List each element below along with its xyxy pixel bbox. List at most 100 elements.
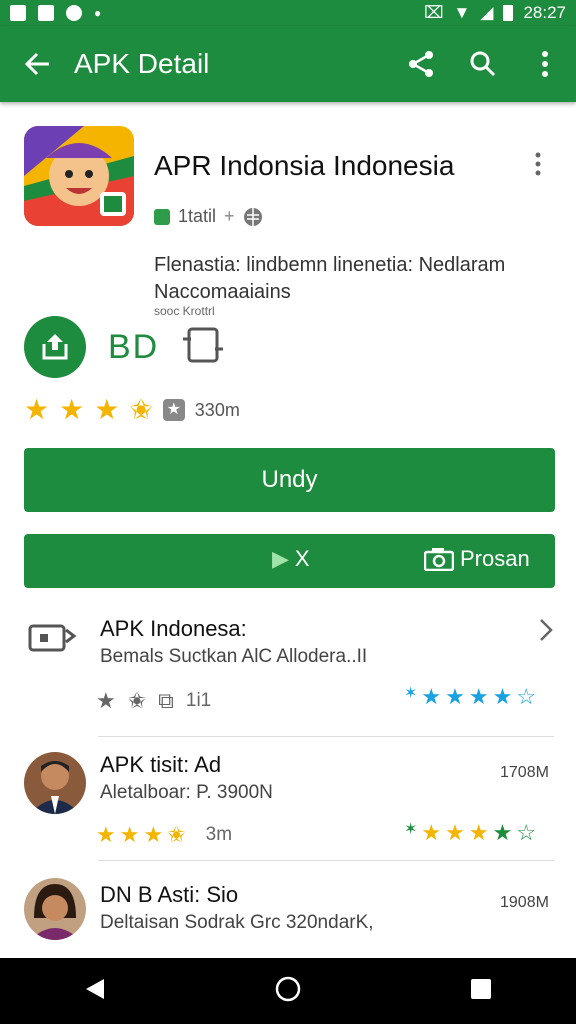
vibrate-icon: ⌧ <box>423 3 444 22</box>
globe-icon <box>243 207 262 226</box>
primary-action-button[interactable]: Undy <box>24 448 555 512</box>
app-bar: APK Detail <box>0 26 576 102</box>
app-description: Flenastia: lindbemn linenetia: Nedlaram … <box>154 254 506 303</box>
device-button[interactable] <box>181 325 225 370</box>
square-recents-icon <box>471 978 491 999</box>
status-bar: ● ⌧ ▼ ◢ 28:27 <box>0 0 576 26</box>
rating-count: 330m <box>194 399 240 420</box>
item-subtitle: Aletalboar: P. 3900N <box>100 782 273 803</box>
page-title: APK Detail <box>74 48 210 79</box>
circle-home-icon <box>275 976 301 1001</box>
close-label: X <box>294 546 310 571</box>
star-icon: ★ <box>94 394 120 425</box>
dot-icon: ● <box>94 6 102 20</box>
star-icon: ★ <box>492 684 513 709</box>
star-icon: ★ <box>59 394 85 425</box>
item-meta: 1i1 <box>185 690 212 711</box>
divider <box>98 860 554 861</box>
badge-icon: ★ <box>162 399 185 421</box>
triangle-back-icon <box>86 978 104 999</box>
play-icon: ▶ <box>272 546 289 571</box>
avatar <box>24 878 86 940</box>
star-icon: ★ <box>492 820 513 845</box>
item-title: APK tisit: Ad <box>100 752 222 777</box>
nav-recents-button[interactable] <box>470 978 492 1005</box>
arrow-left-icon <box>24 52 49 76</box>
star-icon: ★ <box>421 820 442 845</box>
item-title: DN B Asti: Sio <box>100 882 239 907</box>
install-button[interactable] <box>24 316 86 378</box>
bd-label: BD <box>108 327 160 366</box>
app-icon <box>24 126 134 226</box>
star-icon: ★ <box>468 820 489 845</box>
image-icon <box>10 5 26 21</box>
item-stars: ✶ ★ ★ ★ ★ ☆ <box>404 822 536 844</box>
rating-row: ★ ★ ★ ✬ ★ 330m <box>24 396 240 424</box>
search-button[interactable] <box>452 26 514 102</box>
star-icon: ★ <box>24 394 50 425</box>
star-outline-icon: ☆ <box>516 684 537 709</box>
verified-row: 1tatil + <box>154 206 263 227</box>
star-half-icon: ✬ <box>127 688 147 713</box>
action-icon-row: BD <box>24 316 225 378</box>
item-size: 1708M <box>500 764 549 781</box>
avatar <box>24 752 86 814</box>
plus-icon: + <box>224 206 235 226</box>
detail-content: APR Indonsia Indonesia 1tatil + Flenasti… <box>0 102 576 958</box>
battery-icon <box>503 5 514 21</box>
overflow-menu-button[interactable] <box>514 26 576 102</box>
item-title: APK Indonesa: <box>100 616 247 641</box>
star-icon: ★ <box>421 684 442 709</box>
star-icon: ★ <box>119 822 140 847</box>
item-meta-row: ★ ✬ ⧉ 1i1 <box>96 688 211 714</box>
lock-icon <box>38 5 54 21</box>
app-name: APR Indonsia Indonesia <box>154 150 455 181</box>
download-icon <box>42 334 68 360</box>
nav-home-button[interactable] <box>274 975 302 1008</box>
play-close-button[interactable]: ▶ X <box>272 546 310 572</box>
prosan-label: Prosan <box>460 546 530 571</box>
sparkle-icon: ✶ <box>404 821 418 838</box>
star-half-icon: ✬ <box>167 822 186 847</box>
device-icon <box>183 327 224 362</box>
apk-icon <box>28 624 77 652</box>
share-button[interactable] <box>390 26 452 102</box>
back-button[interactable] <box>0 26 74 102</box>
more-vert-icon <box>542 51 548 77</box>
signal-icon: ◢ <box>480 3 494 22</box>
more-vert-icon <box>535 152 541 176</box>
star-icon: ★ <box>445 820 465 845</box>
item-meta: 3m <box>205 824 233 845</box>
wifi-icon: ▼ <box>453 3 471 22</box>
item-size: 1908M <box>500 894 549 911</box>
item-subtitle: Deltaisan Sodrak Grc 320ndarK, <box>100 912 374 933</box>
system-nav-bar <box>0 958 576 1024</box>
app-more-button[interactable] <box>534 152 542 181</box>
item-stars: ✶ ★ ★ ★ ★ ☆ <box>404 686 536 708</box>
share-icon <box>409 51 433 77</box>
prosan-button[interactable]: Prosan <box>424 546 530 572</box>
verified-label: 1tatil <box>178 206 217 226</box>
list-item[interactable]: APK tisit: Ad 1708M Aletalboar: P. 3900N… <box>0 748 576 852</box>
star-outline-icon: ☆ <box>516 820 537 845</box>
chevron-right-icon <box>540 619 553 641</box>
clock: 28:27 <box>523 3 566 22</box>
list-item[interactable]: DN B Asti: Sio 1908M Deltaisan Sodrak Gr… <box>0 876 576 958</box>
settings-icon <box>66 5 82 21</box>
star-icon: ★ <box>468 684 489 709</box>
search-icon <box>470 51 496 77</box>
bd-button[interactable]: BD <box>108 328 159 367</box>
star-icon: ★ <box>96 822 116 847</box>
star-icon: ★ <box>445 684 465 709</box>
star-half-icon: ✬ <box>129 394 153 425</box>
divider <box>98 736 554 737</box>
secondary-action-bar: ▶ X Prosan <box>24 534 555 588</box>
star-icon: ★ <box>96 688 116 713</box>
nav-back-button[interactable] <box>84 977 106 1006</box>
list-item[interactable]: APK Indonesa: Bemals Suctkan AlC Alloder… <box>0 612 576 736</box>
item-subtitle: Bemals Suctkan AlC Allodera..II <box>100 646 368 667</box>
camera-icon <box>424 548 454 571</box>
app-header: APR Indonsia Indonesia 1tatil + Flenasti… <box>24 126 554 326</box>
item-rating-row: ★ ★ ★ ✬ 3m <box>96 824 232 846</box>
copy-icon: ⧉ <box>158 688 174 713</box>
